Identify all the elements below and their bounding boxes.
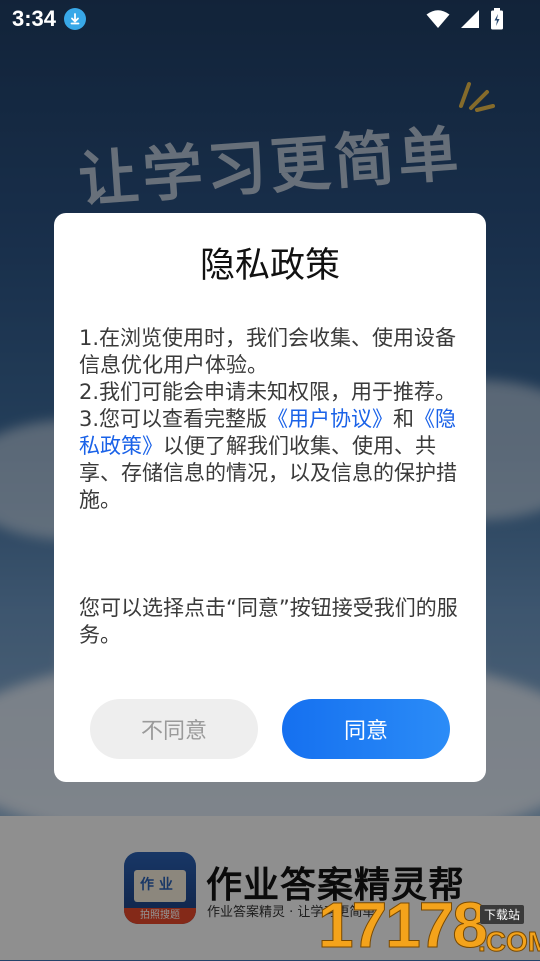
status-bar: 3:34 [0,0,540,38]
battery-charging-icon [491,8,503,30]
cell-signal-icon [461,10,479,28]
download-icon [64,8,87,30]
privacy-dialog: 隐私政策 1.在浏览使用时，我们会收集、使用设备信息优化用户体验。 2.我们可能… [54,213,486,782]
dialog-title: 隐私政策 [199,246,340,286]
privacy-item: 2.我们可能会申请未知权限，用于推荐。 [79,380,457,404]
conjunction-text: 和 [393,407,415,431]
privacy-item: 1.在浏览使用时，我们会收集、使用设备信息优化用户体验。 [79,326,457,377]
disagree-button[interactable]: 不同意 [90,699,258,759]
watermark-tag: 下载站 [480,905,525,924]
watermark-number: 17178 [318,889,489,961]
wifi-icon [426,10,450,28]
watermark-domain: .COM [477,926,540,957]
privacy-item: 3.您可以查看完整版《用户协议》和《隐私政策》以便了解我们收集、使用、共享、存储… [79,406,463,514]
dialog-body: 1.在浏览使用时，我们会收集、使用设备信息优化用户体验。 2.我们可能会申请未知… [79,325,463,514]
privacy-item-prefix: 3.您可以查看完整版 [79,407,268,431]
agree-button[interactable]: 同意 [282,699,450,759]
dialog-footer-text: 您可以选择点击“同意”按钮接受我们的服务。 [79,596,458,647]
user-agreement-link[interactable]: 《用户协议》 [267,407,393,431]
status-time: 3:34 [12,6,57,31]
